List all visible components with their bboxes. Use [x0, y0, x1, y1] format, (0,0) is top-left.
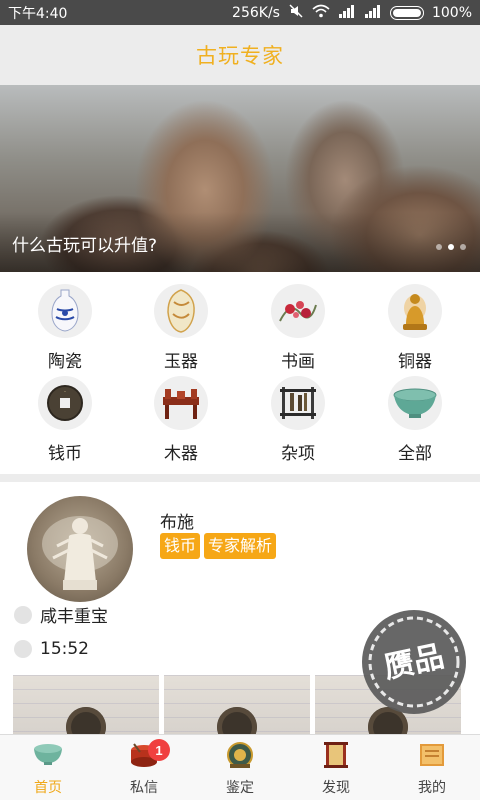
- section-divider: [0, 474, 480, 482]
- category-wood[interactable]: 木器: [121, 376, 241, 468]
- painting-icon: [271, 284, 325, 338]
- category-bronze[interactable]: 铜器: [355, 284, 475, 376]
- battery-icon: [389, 5, 424, 20]
- category-label: 钱币: [48, 444, 82, 464]
- status-bar: 下午4:40 256K/s 100%: [0, 0, 480, 25]
- category-ceramics[interactable]: 陶瓷: [5, 284, 125, 376]
- category-grid: 陶瓷 玉器 书画 铜器 · 钱币 木器 杂项 全部: [0, 272, 480, 474]
- category-jade[interactable]: 玉器: [121, 284, 241, 376]
- carousel-dot-active: [448, 244, 454, 250]
- wooden-furniture-icon: [154, 376, 208, 430]
- discover-scroll-icon: [320, 738, 352, 772]
- wifi-icon: [312, 4, 330, 22]
- category-coins[interactable]: · 钱币: [5, 376, 125, 468]
- nav-discover[interactable]: 发现: [288, 735, 384, 800]
- post-tags: 钱币 专家解析: [160, 533, 277, 559]
- status-time: 下午4:40: [8, 5, 68, 22]
- jade-icon: [154, 284, 208, 338]
- category-painting[interactable]: 书画: [238, 284, 358, 376]
- category-misc[interactable]: 杂项: [238, 376, 358, 468]
- clock-icon: [14, 640, 32, 658]
- nav-profile[interactable]: 我的: [384, 735, 480, 800]
- category-label: 全部: [398, 444, 432, 464]
- network-speed: 256K/s: [232, 4, 280, 21]
- category-label: 木器: [164, 444, 198, 464]
- nav-home[interactable]: 首页: [0, 735, 96, 800]
- profile-book-icon: [416, 738, 448, 772]
- fake-stamp: 赝品: [358, 606, 470, 718]
- nav-label: 首页: [34, 780, 62, 796]
- svg-text:·: ·: [64, 388, 66, 396]
- battery-level: 100%: [431, 4, 472, 21]
- banner-caption: 什么古玩可以升值?: [12, 236, 158, 256]
- post-time: 15:52: [40, 639, 89, 659]
- header: 古玩专家: [0, 25, 480, 85]
- bronze-buddha-icon: [388, 284, 442, 338]
- category-label: 铜器: [398, 352, 432, 372]
- thumbnail-image[interactable]: [13, 675, 159, 734]
- signal-icon-1: [338, 4, 356, 22]
- appraise-compass-icon: [224, 738, 256, 772]
- carousel-indicator: [436, 244, 466, 250]
- signal-icon-2: [364, 4, 382, 22]
- post-item-name: 咸丰重宝: [40, 607, 108, 627]
- page-title: 古玩专家: [196, 44, 284, 68]
- post-title: 布施: [160, 513, 194, 533]
- carousel-dot: [436, 244, 442, 250]
- nav-label: 我的: [418, 780, 446, 796]
- tag-expert-analysis[interactable]: 专家解析: [204, 533, 277, 559]
- banner-carousel[interactable]: 什么古玩可以升值?: [0, 85, 480, 272]
- nav-label: 私信: [130, 780, 158, 796]
- status-right: 256K/s 100%: [232, 3, 472, 23]
- category-label: 陶瓷: [48, 352, 82, 372]
- item-name-icon: [14, 605, 32, 624]
- home-bowl-icon: [32, 738, 64, 772]
- tag-coins[interactable]: 钱币: [160, 533, 201, 559]
- misc-rack-icon: [271, 376, 325, 430]
- nav-messages[interactable]: 1 私信: [96, 735, 192, 800]
- blue-white-vase-icon: [38, 284, 92, 338]
- bottom-nav: 首页 1 私信 鉴定 发现 我的: [0, 734, 480, 800]
- nav-label: 鉴定: [226, 780, 254, 796]
- thumbnail-image[interactable]: [164, 675, 310, 734]
- post-image: [27, 496, 133, 602]
- category-label: 杂项: [281, 444, 315, 464]
- post-card[interactable]: 布施 钱币 专家解析 咸丰重宝 15:52 赝品: [0, 482, 480, 734]
- carousel-dot: [460, 244, 466, 250]
- unread-badge: 1: [148, 739, 170, 761]
- category-all[interactable]: 全部: [355, 376, 475, 468]
- category-label: 玉器: [164, 352, 198, 372]
- nav-appraise[interactable]: 鉴定: [192, 735, 288, 800]
- celadon-bowl-icon: [388, 376, 442, 430]
- category-label: 书画: [281, 352, 315, 372]
- coin-icon: ·: [38, 376, 92, 430]
- post-time-row: 15:52: [14, 639, 89, 659]
- nav-label: 发现: [322, 780, 350, 796]
- mute-icon: [288, 3, 304, 23]
- post-item-name-row: 咸丰重宝: [14, 602, 108, 627]
